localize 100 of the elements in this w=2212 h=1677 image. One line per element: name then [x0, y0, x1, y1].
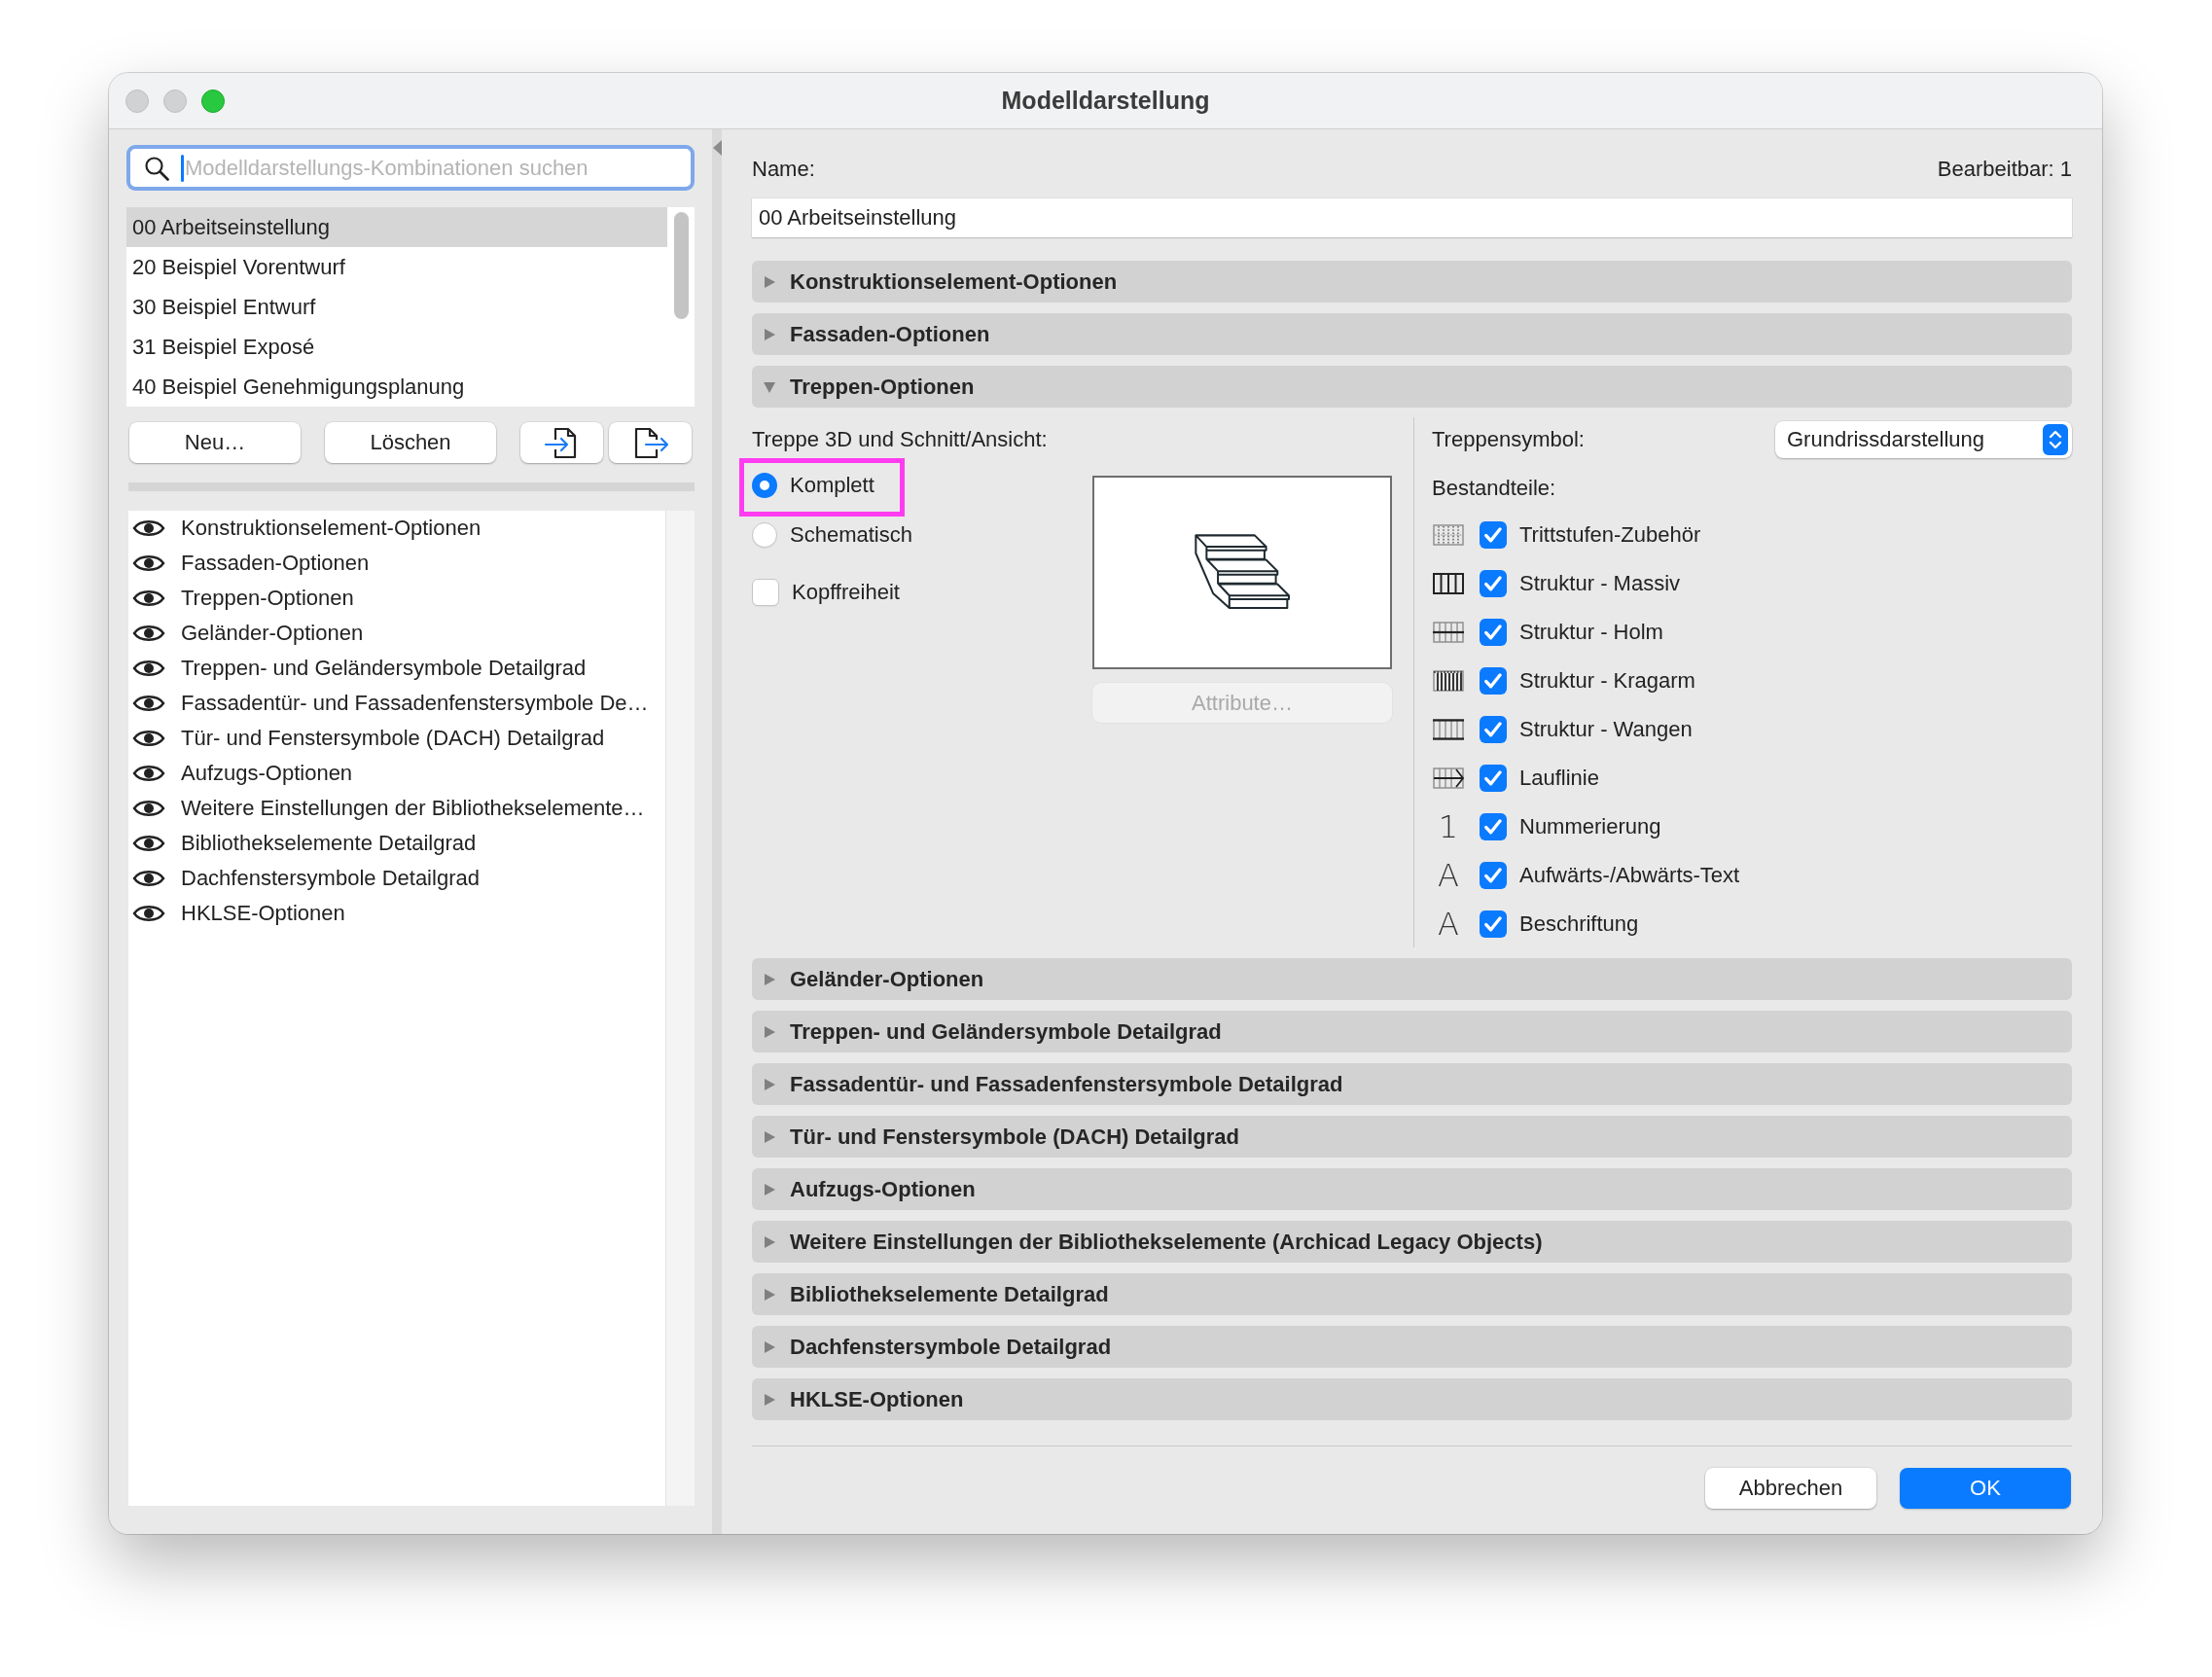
disclosure-triangle-icon[interactable] — [763, 274, 776, 289]
delete-button[interactable]: Löschen — [325, 422, 496, 463]
checkbox[interactable] — [752, 579, 779, 606]
stepper-icon[interactable] — [2043, 424, 2068, 455]
checkmark-icon — [1484, 722, 1502, 737]
checkbox-label: Struktur - Kragarm — [1519, 668, 1695, 694]
section-header[interactable]: Aufzugs-Optionen — [752, 1168, 2072, 1210]
eye-icon[interactable] — [132, 517, 165, 539]
option-set-label: HKLSE-Optionen — [181, 901, 345, 926]
crossed-grid-icon — [1433, 622, 1464, 643]
editable-count: Bearbeitbar: 1 — [1937, 157, 2072, 182]
checkbox[interactable] — [1480, 862, 1507, 889]
option-set-label: Dachfenstersymbole Detailgrad — [181, 866, 480, 891]
disclosure-triangle-icon[interactable] — [763, 327, 776, 341]
section-header[interactable]: Fassaden-Optionen — [752, 313, 2072, 355]
section-header[interactable]: Weitere Einstellungen der Bibliothekselemente (Archicad Legacy Objects) — [752, 1221, 2072, 1263]
option-set-label: Weitere Einstellungen der Bibliothekselemente… — [181, 796, 645, 821]
eye-icon[interactable] — [132, 553, 165, 574]
option-set-label: Tür- und Fenstersymbole (DACH) Detailgrad — [181, 726, 605, 751]
eye-icon[interactable] — [132, 728, 165, 749]
eye-icon[interactable] — [132, 623, 165, 644]
checkbox[interactable] — [1480, 667, 1507, 695]
disclosure-triangle-icon[interactable] — [763, 1129, 776, 1144]
checkbox[interactable] — [1480, 521, 1507, 549]
eye-icon[interactable] — [132, 833, 165, 854]
scrollbar-thumb[interactable] — [673, 212, 689, 319]
option-set-label: Konstruktionselement-Optionen — [181, 516, 482, 541]
field-label: Name: — [752, 157, 815, 182]
section-header[interactable]: HKLSE-Optionen — [752, 1378, 2072, 1420]
checkbox[interactable] — [1480, 570, 1507, 597]
eye-icon[interactable] — [132, 868, 165, 889]
search-field[interactable]: Modelldarstellungs-Kombinationen suchen — [126, 145, 695, 191]
export-button[interactable] — [609, 422, 692, 463]
eye-icon[interactable] — [132, 693, 165, 714]
checkbox-label: Lauflinie — [1519, 766, 1599, 791]
search-icon — [144, 155, 169, 181]
disclosure-triangle-icon[interactable] — [763, 1182, 776, 1196]
preset-item[interactable]: 00 Arbeitseinstellung — [126, 207, 667, 247]
checkbox[interactable] — [1480, 619, 1507, 646]
zoom-button[interactable] — [201, 89, 225, 113]
section-header[interactable]: Konstruktionselement-Optionen — [752, 261, 2072, 303]
section-header[interactable]: Geländer-Optionen — [752, 958, 2072, 1000]
eye-icon[interactable] — [132, 763, 165, 784]
section-header[interactable]: Tür- und Fenstersymbole (DACH) Detailgrad — [752, 1116, 2072, 1158]
checkmark-icon — [1484, 673, 1502, 689]
option-set-label: Geländer-Optionen — [181, 621, 364, 646]
checkmark-icon — [1484, 916, 1502, 932]
import-button[interactable] — [520, 422, 603, 463]
eye-icon[interactable] — [132, 798, 165, 819]
numeral-icon: 1 — [1438, 809, 1459, 844]
dotted-grid-icon — [1433, 524, 1464, 546]
checkbox-label: Aufwärts-/Abwärts-Text — [1519, 863, 1740, 888]
splitter-triangle-icon[interactable] — [712, 140, 722, 156]
checkbox-label: Kopffreiheit — [792, 580, 900, 605]
preset-item[interactable]: 30 Beispiel Entwurf — [126, 287, 667, 327]
checkmark-icon — [1484, 819, 1502, 835]
disclosure-triangle-icon[interactable] — [763, 972, 776, 986]
default-button[interactable]: OK — [1900, 1468, 2071, 1509]
cancel-button[interactable]: Abbrechen — [1705, 1468, 1876, 1509]
preset-item[interactable]: 20 Beispiel Vorentwurf — [126, 247, 667, 287]
radio-button[interactable] — [752, 473, 777, 498]
option-set-label: Treppen- und Geländersymbole Detailgrad — [181, 656, 587, 681]
field-label: Treppensymbol: — [1432, 427, 1585, 452]
checkbox[interactable] — [1480, 765, 1507, 792]
section-header[interactable]: Dachfenstersymbole Detailgrad — [752, 1326, 2072, 1368]
radio-button[interactable] — [752, 522, 777, 548]
group-label: Bestandteile: — [1432, 476, 1557, 501]
name-field[interactable]: 00 Arbeitseinstellung — [752, 198, 2072, 237]
eye-icon[interactable] — [132, 588, 165, 609]
preset-item[interactable]: 40 Beispiel Genehmigungsplanung — [126, 367, 667, 407]
checkbox-label: Struktur - Holm — [1519, 620, 1663, 645]
framed-grid-icon — [1433, 719, 1464, 740]
new-button[interactable]: Neu… — [129, 422, 301, 463]
checkbox[interactable] — [1480, 910, 1507, 938]
disclosure-triangle-icon[interactable] — [763, 1234, 776, 1249]
section-header[interactable]: Treppen- und Geländersymbole Detailgrad — [752, 1011, 2072, 1053]
disclosure-triangle-icon[interactable] — [763, 1392, 776, 1407]
section-header[interactable]: Treppen-Optionen — [752, 366, 2072, 408]
section-header[interactable]: Fassadentür- und Fassadenfenstersymbole Detailgrad — [752, 1063, 2072, 1105]
group-label: Treppe 3D und Schnitt/Ansicht: — [752, 427, 1049, 452]
comb-grid-icon — [1433, 670, 1464, 692]
checkbox-label: Struktur - Massiv — [1519, 571, 1681, 596]
preset-item[interactable]: 31 Beispiel Exposé — [126, 327, 667, 367]
eye-icon[interactable] — [132, 658, 165, 679]
checkmark-icon — [1484, 576, 1502, 591]
checkbox[interactable] — [1480, 716, 1507, 743]
eye-icon[interactable] — [132, 903, 165, 924]
dropdown[interactable]: Grundrissdarstellung — [1775, 421, 2072, 458]
disclosure-triangle-icon[interactable] — [763, 1024, 776, 1039]
disclosure-triangle-icon[interactable] — [763, 1339, 776, 1354]
checkmark-icon — [1484, 770, 1502, 786]
disclosure-triangle-icon[interactable] — [763, 379, 776, 394]
disclosure-triangle-icon[interactable] — [763, 1077, 776, 1091]
option-set-label: Treppen-Optionen — [181, 586, 354, 611]
section-header[interactable]: Bibliothekselemente Detailgrad — [752, 1273, 2072, 1315]
checkbox[interactable] — [1480, 813, 1507, 840]
letter-icon: A — [1438, 858, 1459, 893]
disclosure-triangle-icon[interactable] — [763, 1287, 776, 1302]
letter-icon: A — [1438, 907, 1459, 942]
checkbox-label: Beschriftung — [1519, 911, 1639, 937]
